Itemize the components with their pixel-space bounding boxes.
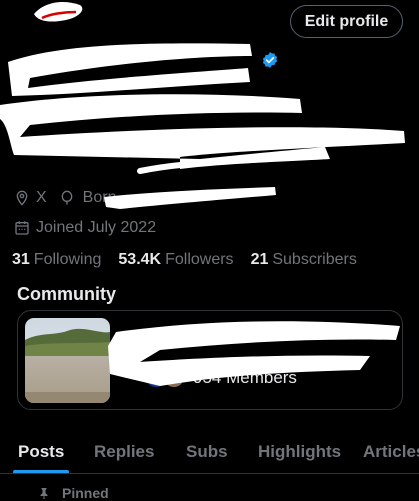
followers-link[interactable]: 53.4K Followers bbox=[118, 251, 233, 269]
location-pin-icon bbox=[16, 190, 28, 206]
tab-replies[interactable]: Replies bbox=[94, 442, 154, 462]
pinned-label: Pinned bbox=[38, 485, 109, 501]
following-link[interactable]: 31 Following bbox=[12, 251, 101, 269]
profile-tabs: Posts Replies Subs Highlights Articles bbox=[0, 430, 419, 474]
community-name-redaction bbox=[108, 321, 400, 386]
edit-profile-button[interactable]: Edit profile bbox=[290, 5, 403, 38]
community-thumbnail bbox=[25, 318, 110, 403]
tab-posts[interactable]: Posts bbox=[18, 442, 64, 462]
verified-badge-icon bbox=[262, 52, 278, 68]
subscribers-label: Subscribers bbox=[272, 251, 357, 268]
joined-date: Joined July 2022 bbox=[36, 219, 157, 236]
followers-count: 53.4K bbox=[118, 251, 162, 268]
calendar-icon bbox=[15, 221, 29, 235]
joined-row: Joined July 2022 bbox=[14, 219, 156, 237]
subscribers-link[interactable]: 21 Subscribers bbox=[251, 251, 357, 269]
following-label: Following bbox=[33, 251, 102, 268]
following-count: 31 bbox=[12, 251, 30, 268]
tab-articles[interactable]: Articles bbox=[363, 442, 419, 462]
bio-redaction bbox=[0, 94, 405, 174]
tabs-divider bbox=[0, 473, 419, 474]
pinned-text: Pinned bbox=[62, 485, 109, 501]
tab-subs[interactable]: Subs bbox=[186, 442, 228, 462]
subscribers-count: 21 bbox=[250, 251, 269, 268]
community-heading: Community bbox=[17, 284, 116, 304]
followers-label: Followers bbox=[165, 251, 234, 268]
tab-highlights[interactable]: Highlights bbox=[258, 442, 341, 462]
balloon-icon bbox=[61, 190, 73, 205]
pin-icon bbox=[40, 488, 48, 499]
location-text: X bbox=[36, 189, 47, 206]
birthdate-redaction bbox=[104, 187, 276, 209]
profile-stats: 31 Following 53.4K Followers 21 Subscribers bbox=[12, 251, 374, 269]
avatar-redaction bbox=[34, 1, 83, 22]
